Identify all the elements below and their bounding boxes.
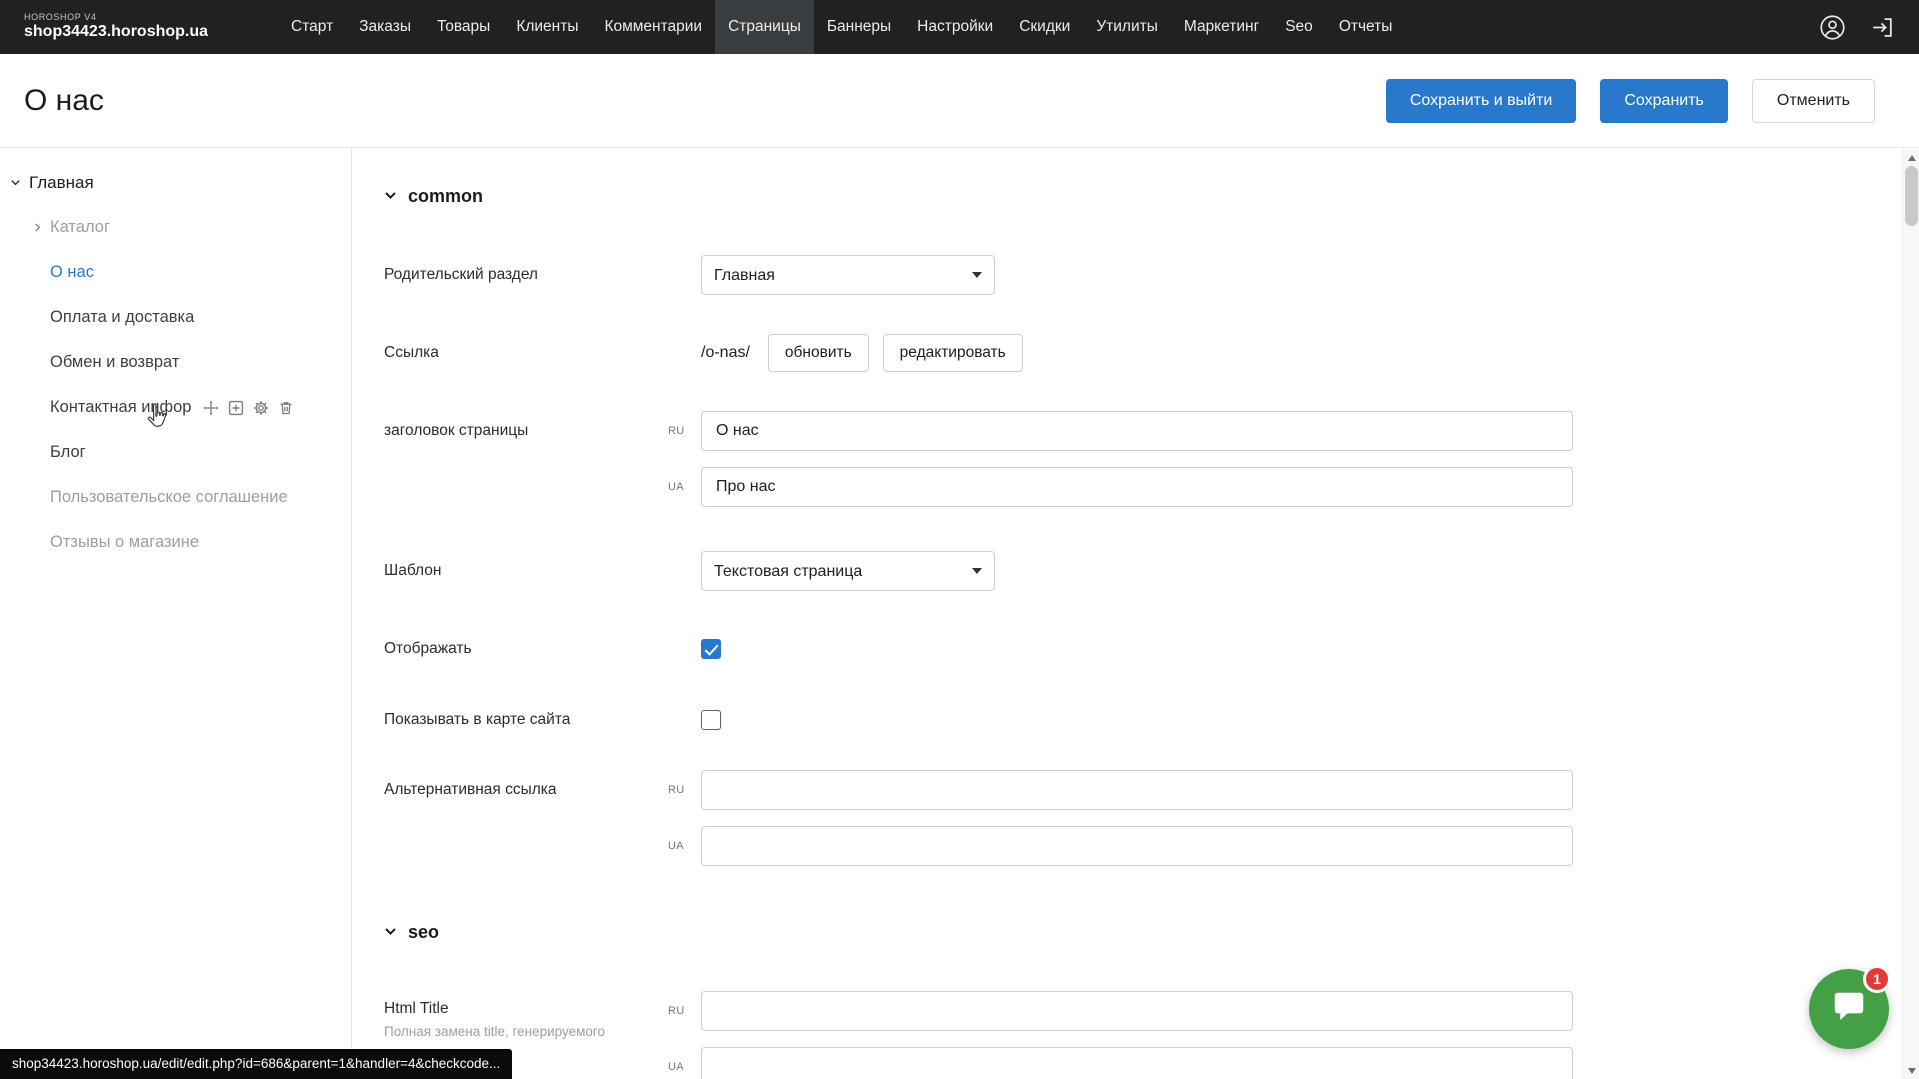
save-button[interactable]: Сохранить [1600, 79, 1728, 123]
refresh-link-button[interactable]: обновить [768, 334, 869, 372]
tree-item-contact-info[interactable]: Контактная инфор [50, 385, 351, 430]
trash-icon[interactable] [278, 400, 294, 416]
parent-section-select[interactable]: Главная [701, 255, 995, 295]
page-edit-form: common Родительский раздел Главная Ссылк… [352, 148, 1919, 1079]
template-label: Шаблон [384, 551, 701, 591]
tree-item-label: Обмен и возврат [50, 353, 179, 372]
nav-item-pages[interactable]: Страницы [715, 0, 814, 54]
link-label: Ссылка [384, 333, 701, 373]
section-title: common [408, 186, 483, 207]
lang-ru-tag: RU [668, 1005, 685, 1017]
alt-link-label: Альтернативная ссылка [384, 770, 701, 810]
tree-item-label: Контактная инфор [50, 398, 191, 417]
display-label: Отображать [384, 629, 701, 669]
scrollbar-thumb[interactable] [1905, 166, 1918, 226]
pages-tree: Главная Каталог О нас Оплата и доставка … [0, 148, 352, 1079]
section-title: seo [408, 922, 439, 943]
tree-item-blog[interactable]: Блог [50, 430, 351, 475]
tree-item-label: Пользовательское соглашение [50, 488, 288, 507]
nav-item-reports[interactable]: Отчеты [1326, 0, 1406, 54]
page-header: О нас Сохранить и выйти Сохранить Отмени… [0, 54, 1919, 148]
tree-item-label: О нас [50, 263, 94, 282]
nav-item-seo[interactable]: Seo [1272, 0, 1326, 54]
sitemap-checkbox[interactable] [701, 710, 721, 730]
save-exit-button[interactable]: Сохранить и выйти [1386, 79, 1577, 123]
nav-item-products[interactable]: Товары [424, 0, 503, 54]
chevron-down-icon [10, 173, 21, 193]
html-title-hint: Полная замена title, генерируемого [384, 1024, 701, 1039]
nav-item-banners[interactable]: Баннеры [814, 0, 904, 54]
nav-item-utilities[interactable]: Утилиты [1083, 0, 1171, 54]
section-seo-toggle[interactable]: seo [384, 922, 1879, 943]
sitemap-label: Показывать в карте сайта [384, 700, 701, 740]
chat-icon [1830, 988, 1868, 1031]
tree-item-main[interactable]: Главная [0, 160, 351, 205]
html-title-label: Html Title [384, 1000, 701, 1018]
lang-ru-tag: RU [668, 425, 685, 437]
page-title-label: заголовок страницы [384, 411, 701, 451]
brand[interactable]: HOROSHOP V4 shop34423.horoshop.ua [24, 13, 208, 40]
account-icon[interactable] [1819, 14, 1846, 41]
vertical-scrollbar[interactable] [1902, 149, 1919, 1079]
html-title-ru-input[interactable] [701, 991, 1573, 1031]
status-url-tooltip: shop34423.horoshop.ua/edit/edit.php?id=6… [0, 1049, 512, 1079]
alt-link-ua-input[interactable] [701, 826, 1573, 866]
alt-link-ru-input[interactable] [701, 770, 1573, 810]
nav-item-discounts[interactable]: Скидки [1006, 0, 1083, 54]
scroll-up-arrow-icon[interactable] [1903, 149, 1919, 166]
nav-item-marketing[interactable]: Маркетинг [1171, 0, 1272, 54]
display-checkbox[interactable] [701, 639, 721, 659]
page-url-value: /o-nas/ [701, 344, 750, 362]
tree-item-payment-delivery[interactable]: Оплата и доставка [50, 295, 351, 340]
top-navbar: HOROSHOP V4 shop34423.horoshop.ua Старт … [0, 0, 1919, 54]
page-title: О нас [24, 84, 104, 118]
chat-widget-button[interactable]: 1 [1809, 969, 1889, 1049]
edit-link-button[interactable]: редактировать [883, 334, 1023, 372]
brand-domain: shop34423.horoshop.ua [24, 23, 208, 41]
tree-item-label: Блог [50, 443, 86, 462]
chat-unread-badge: 1 [1863, 965, 1891, 993]
nav-item-clients[interactable]: Клиенты [503, 0, 591, 54]
html-title-ua-input[interactable] [701, 1047, 1573, 1079]
lang-ru-tag: RU [668, 784, 685, 796]
gear-icon[interactable] [253, 400, 269, 416]
tree-item-label: Отзывы о магазине [50, 533, 199, 552]
page-title-ru-input[interactable] [701, 411, 1573, 451]
section-common-toggle[interactable]: common [384, 186, 1879, 207]
nav-item-comments[interactable]: Комментарии [591, 0, 715, 54]
tree-item-katalog[interactable]: Каталог [50, 205, 351, 250]
tree-item-exchange-return[interactable]: Обмен и возврат [50, 340, 351, 385]
template-select[interactable]: Текстовая страница [701, 551, 995, 591]
brand-version: HOROSHOP V4 [24, 13, 208, 23]
tree-item-label: Главная [29, 173, 94, 193]
scroll-down-arrow-icon[interactable] [1903, 1062, 1919, 1079]
logout-icon[interactable] [1870, 15, 1895, 40]
main-menu: Старт Заказы Товары Клиенты Комментарии … [278, 0, 1405, 54]
chevron-right-icon[interactable] [32, 222, 43, 233]
tree-item-label: Каталог [50, 218, 110, 237]
tree-item-user-agreement[interactable]: Пользовательское соглашение [50, 475, 351, 520]
page-title-ua-input[interactable] [701, 467, 1573, 507]
nav-item-settings[interactable]: Настройки [904, 0, 1006, 54]
parent-section-label: Родительский раздел [384, 255, 701, 295]
lang-ua-tag: UA [668, 481, 684, 493]
nav-item-orders[interactable]: Заказы [346, 0, 424, 54]
cancel-button[interactable]: Отменить [1752, 79, 1875, 123]
add-page-icon[interactable] [228, 400, 244, 416]
chevron-down-icon [384, 186, 397, 207]
move-icon[interactable] [203, 400, 219, 416]
lang-ua-tag: UA [668, 1061, 684, 1073]
lang-ua-tag: UA [668, 840, 684, 852]
tree-item-about[interactable]: О нас [50, 250, 351, 295]
tree-item-label: Оплата и доставка [50, 308, 194, 327]
tree-item-store-reviews[interactable]: Отзывы о магазине [50, 520, 351, 565]
chevron-down-icon [384, 922, 397, 943]
nav-item-start[interactable]: Старт [278, 0, 346, 54]
